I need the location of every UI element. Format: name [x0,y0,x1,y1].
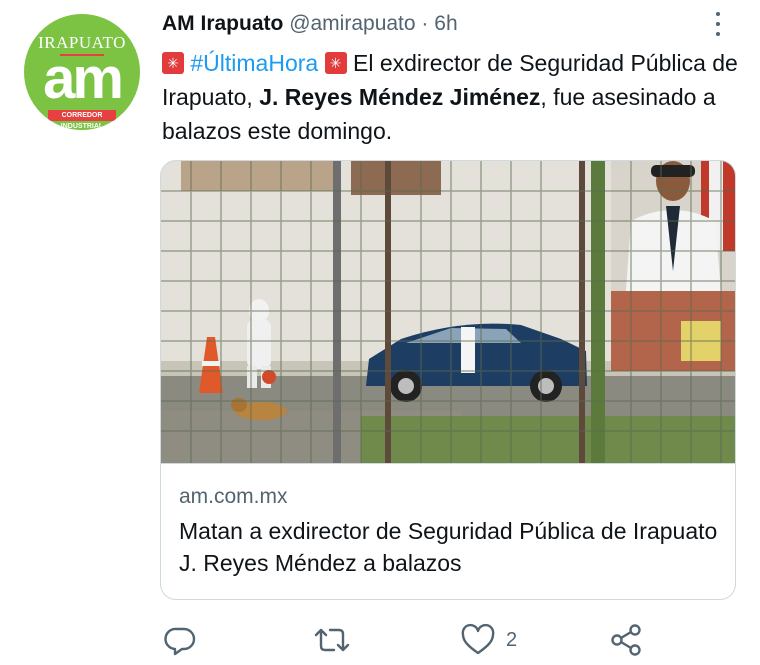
display-name[interactable]: AM Irapuato [162,12,283,35]
reply-button[interactable] [162,622,198,658]
retweet-icon [314,628,350,652]
avatar-logo-tag: CORREDOR INDUSTRIAL [48,110,116,130]
avatar-logo-main: am [43,46,124,111]
tweet-text: #ÚltimaHora El exdirector de Seguridad P… [162,46,742,148]
card-image [161,161,735,464]
separator: · [421,12,429,35]
like-count: 2 [506,628,518,651]
share-button[interactable] [608,622,644,658]
rotating-light-icon [162,52,184,74]
tweet-bold-name: J. Reyes Méndez Jiménez [259,84,541,110]
hashtag-link[interactable]: #ÚltimaHora [190,50,318,76]
timestamp[interactable]: 6h [434,12,457,35]
like-button[interactable]: 2 [460,622,517,658]
share-icon [611,624,641,656]
handle[interactable]: @amirapuato [289,12,415,35]
card-domain[interactable]: am.com.mx [179,485,288,509]
link-card[interactable]: am.com.mx Matan a exdirector de Segurida… [160,160,736,600]
more-options-icon[interactable] [708,10,728,38]
reply-icon [164,627,196,656]
tweet-header: AM Irapuato @amirapuato · 6h [162,10,458,38]
avatar[interactable]: IRAPUATO am CORREDOR INDUSTRIAL [24,14,140,130]
retweet-button[interactable] [312,622,352,658]
card-title[interactable]: Matan a exdirector de Seguridad Pública … [179,515,719,579]
like-icon [461,623,495,655]
rotating-light-icon [324,52,347,74]
